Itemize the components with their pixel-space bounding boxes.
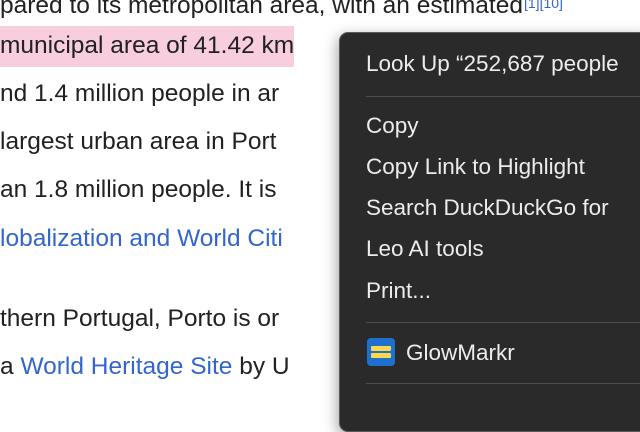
menu-item-glowmarkr[interactable]: GlowMarkr bbox=[406, 341, 515, 365]
menu-item-look-up[interactable]: Look Up “252,687 people bbox=[366, 52, 619, 76]
article-line: an 1.8 million people. It is bbox=[0, 176, 277, 203]
menu-separator bbox=[366, 383, 640, 384]
menu-item-print[interactable]: Print... bbox=[366, 279, 431, 303]
glowmarkr-icon bbox=[367, 338, 395, 366]
article-line: largest urban area in Port bbox=[0, 128, 277, 155]
menu-separator bbox=[366, 96, 640, 97]
menu-item-copy[interactable]: Copy bbox=[366, 114, 419, 138]
menu-item-leo-ai-tools[interactable]: Leo AI tools bbox=[366, 237, 484, 261]
menu-item-copy-link-to-highlight[interactable]: Copy Link to Highlight bbox=[366, 155, 585, 179]
article-line: pared to its metropolitan area, with an … bbox=[0, 0, 523, 19]
article-line: lobalization and World Citi bbox=[0, 225, 283, 252]
world-heritage-site-link[interactable]: World Heritage Site bbox=[20, 353, 232, 380]
article-text: by U bbox=[232, 353, 290, 380]
globalization-world-cities-link[interactable]: lobalization and World Citi bbox=[0, 225, 283, 252]
article-line: thern Portugal, Porto is or bbox=[0, 305, 280, 332]
article-line: nd 1.4 million people in ar bbox=[0, 80, 280, 107]
article-text: a bbox=[0, 353, 21, 380]
menu-separator bbox=[366, 322, 640, 323]
menu-item-search-duckduckgo[interactable]: Search DuckDuckGo for bbox=[366, 196, 609, 220]
text-highlight[interactable]: municipal area of 41.42 km bbox=[0, 26, 295, 67]
citation-link[interactable]: [1][10] bbox=[524, 0, 563, 10]
context-menu: Look Up “252,687 people Copy Copy Link t… bbox=[339, 32, 640, 432]
article-line-highlighted: municipal area of 41.42 km bbox=[0, 26, 295, 67]
article-line: a World Heritage Site by U bbox=[0, 353, 290, 380]
